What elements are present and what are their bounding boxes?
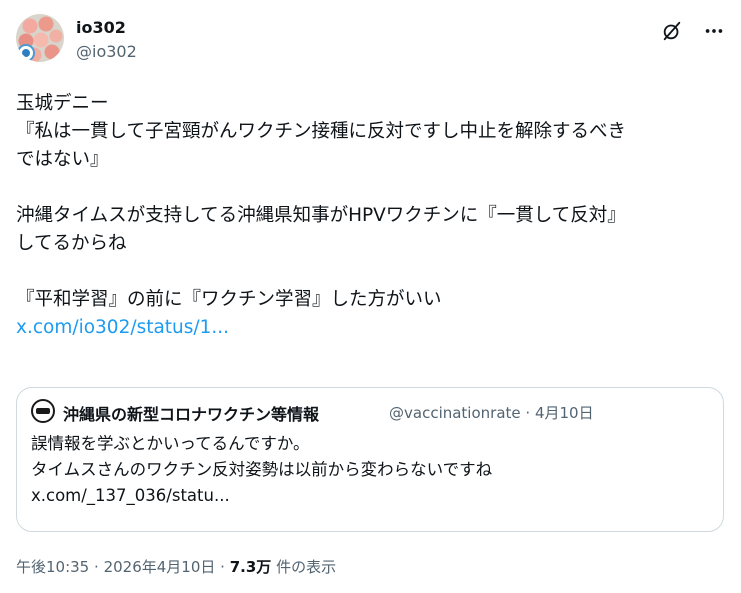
- views-count[interactable]: 7.3万: [230, 558, 272, 576]
- quoted-tweet-header: 沖縄県の新型コロナワクチン等情報 @vaccinationrate · 4月10…: [31, 399, 709, 424]
- tweet-footer: 午後10:35 · 2026年4月10日 · 7.3万 件の表示: [16, 556, 336, 577]
- quoted-text-line: x.com/_137_036/statu...: [31, 486, 230, 505]
- tweet-date[interactable]: 2026年4月10日: [104, 558, 216, 576]
- tweet-text-line: してるからね: [16, 233, 127, 254]
- avatar-badge: [17, 44, 35, 62]
- tweet-link[interactable]: x.com/io302/status/1...: [16, 314, 721, 342]
- tweet-text-line: 沖縄タイムスが支持してる沖縄県知事がHPVワクチンに『一貫して反対』: [16, 205, 626, 226]
- author-display-name[interactable]: io302: [76, 18, 126, 37]
- tweet-header: io302 @io302: [16, 14, 725, 66]
- tweet-text-blank-line: [16, 258, 721, 286]
- quoted-tweet[interactable]: 沖縄県の新型コロナワクチン等情報 @vaccinationrate · 4月10…: [16, 387, 724, 532]
- author-handle[interactable]: @io302: [76, 42, 137, 61]
- quoted-text-line: 誤情報を学ぶとかいってるんですか。: [31, 434, 310, 453]
- tweet: io302 @io302 玉城デニー 『私は一貫して子宮頸がんワクチン接種に反対…: [0, 0, 741, 593]
- quoted-author-display-name: 沖縄県の新型コロナワクチン等情報: [63, 405, 320, 424]
- quoted-author-handle: @vaccinationrate: [389, 404, 521, 422]
- tweet-text: 玉城デニー 『私は一貫して子宮頸がんワクチン接種に反対ですし中止を解除するべき …: [16, 90, 721, 342]
- tweet-text-blank-line: [16, 174, 721, 202]
- footer-separator: ·: [94, 558, 99, 576]
- tweet-time[interactable]: 午後10:35: [16, 558, 89, 576]
- tweet-text-line: ではない』: [16, 149, 109, 170]
- quoted-tweet-text: 誤情報を学ぶとかいってるんですか。 タイムスさんのワクチン反対姿勢は以前から変わ…: [31, 431, 492, 509]
- tweet-text-line: 玉城デニー: [16, 93, 109, 114]
- more-icon[interactable]: [703, 20, 725, 42]
- quoted-text-line: タイムスさんのワクチン反対姿勢は以前から変わらないですね: [31, 460, 493, 479]
- quoted-author-avatar: [31, 399, 55, 423]
- quoted-author-meta: @vaccinationrate · 4月10日: [389, 404, 594, 422]
- footer-separator: ·: [220, 558, 225, 576]
- views-label: 件の表示: [276, 558, 337, 576]
- grok-icon[interactable]: [661, 20, 683, 42]
- tweet-text-line: 『私は一貫して子宮頸がんワクチン接種に反対ですし中止を解除するべき: [16, 121, 626, 142]
- tweet-text-line: 『平和学習』の前に『ワクチン学習』した方がいい: [16, 289, 442, 310]
- quoted-tweet-date: 4月10日: [534, 404, 594, 422]
- author-avatar[interactable]: [16, 14, 64, 62]
